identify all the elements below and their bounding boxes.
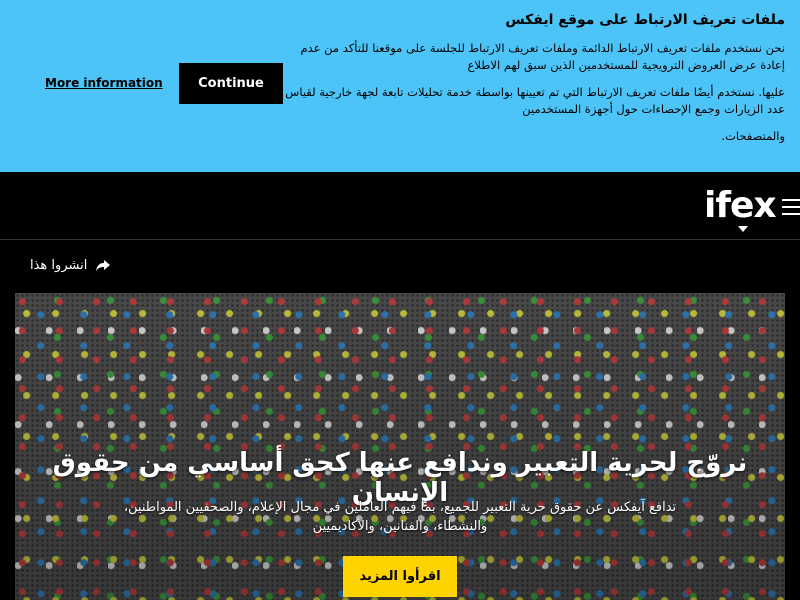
cookie-title: ملفات تعريف الارتباط على موقع ايفكس bbox=[505, 12, 785, 28]
logo-speech-tail bbox=[738, 226, 748, 232]
cookie-paragraph-2: عليها. نستخدم أيضًا ملفات تعريف الارتباط… bbox=[285, 85, 785, 116]
cookie-paragraph-1: نحن نستخدم ملفات تعريف الارتباط الدائمة … bbox=[300, 41, 786, 72]
ifex-logo[interactable]: ifex bbox=[704, 185, 777, 232]
share-arrow-icon bbox=[96, 260, 111, 271]
cookie-text-block: ملفات تعريف الارتباط على موقع ايفكس نحن … bbox=[275, 12, 785, 145]
read-more-button[interactable]: اقرأوا المزيد bbox=[343, 556, 457, 597]
hero-subtitle: تدافع آيفكس عن حقوق حرية التعبير للجميع،… bbox=[123, 500, 677, 534]
share-button[interactable]: انشروا هذا bbox=[30, 257, 111, 273]
share-label: انشروا هذا bbox=[30, 257, 88, 273]
more-information-link[interactable]: More information bbox=[45, 76, 163, 90]
site-header: ifex bbox=[0, 172, 800, 240]
hero-image-crowd bbox=[15, 293, 785, 600]
hero-banner: نروّج لحرية التعبير وندافع عنها كحق أساس… bbox=[15, 293, 785, 600]
cookie-banner: ملفات تعريف الارتباط على موقع ايفكس نحن … bbox=[0, 0, 800, 172]
logo-text: ifex bbox=[704, 185, 777, 226]
cookie-paragraph-3: والمتصفحات. bbox=[721, 129, 785, 143]
hamburger-icon[interactable] bbox=[782, 199, 800, 215]
continue-button[interactable]: Continue bbox=[179, 63, 283, 104]
